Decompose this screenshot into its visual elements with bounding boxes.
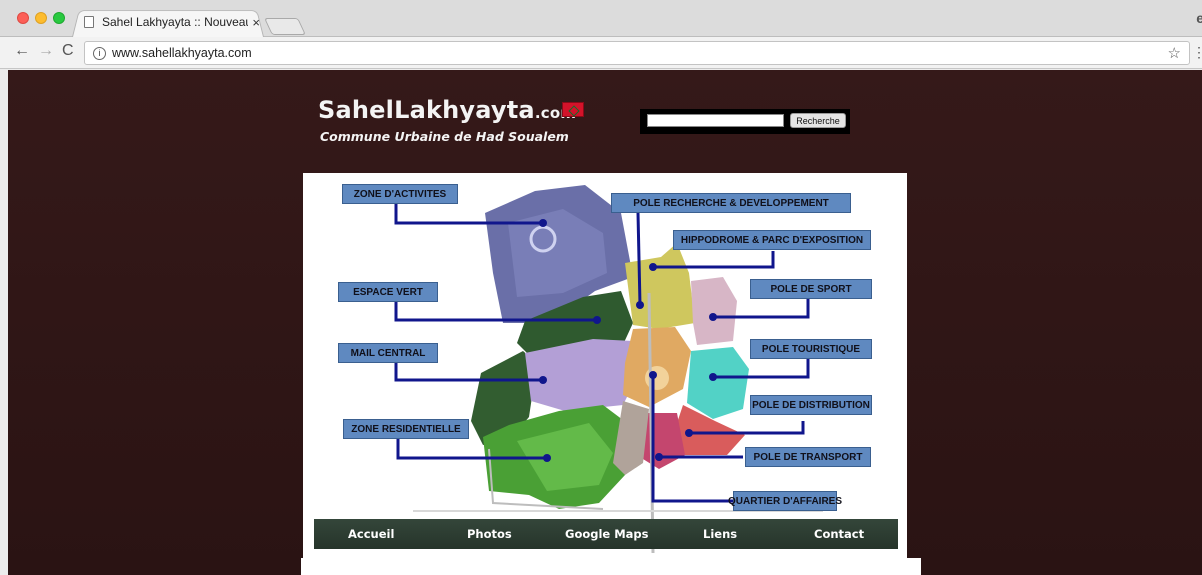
search-input[interactable] [647,114,784,127]
nav-link-photos[interactable]: Photos [467,519,512,549]
label-pole-sport: POLE DE SPORT [750,279,872,299]
site-logo-title[interactable]: SahelLakhyayta.com [318,96,576,124]
search-box: Recherche [640,109,850,134]
dot-hippodrome [649,263,657,271]
label-pole-touristique: POLE TOURISTIQUE [750,339,872,359]
label-zone-residentielle: ZONE RESIDENTIELLE [343,419,469,439]
pole-touristique-area [687,347,749,419]
close-window-button[interactable] [17,12,29,24]
label-hippodrome: HIPPODROME & PARC D'EXPOSITION [673,230,871,250]
content-panel [301,558,921,575]
address-bar[interactable]: i www.sahellakhyayta.com ☆ [84,41,1190,65]
dot-pole-touristique [709,373,717,381]
info-icon[interactable]: i [93,46,106,60]
main-navigation: Accueil Photos Google Maps Liens Contact [314,519,898,549]
nav-link-contact[interactable]: Contact [814,519,864,549]
nav-link-google-maps[interactable]: Google Maps [565,519,649,549]
label-zone-activites: ZONE D'ACTIVITES [342,184,458,204]
label-pole-transport: POLE DE TRANSPORT [745,447,871,467]
pole-sport-area [691,277,737,345]
forward-arrow-icon[interactable]: → [38,42,54,60]
bookmark-star-icon[interactable]: ☆ [1168,44,1181,62]
site-subtitle: Commune Urbaine de Had Soualem [320,129,569,144]
browser-toolbar: ← → C i www.sahellakhyayta.com ☆ ⋮ [0,37,1202,69]
label-mail-central: MAIL CENTRAL [338,343,438,363]
dot-pole-distribution [685,429,693,437]
mail-central-area [525,339,639,411]
reload-icon[interactable]: C [62,42,74,60]
browser-tab-content[interactable]: Sahel Lakhyayta :: Nouveau p × [84,12,260,32]
tab-close-icon[interactable]: × [252,15,260,30]
morocco-flag-icon [562,102,584,117]
new-tab-button[interactable] [264,18,306,35]
leader-pole-recherche [636,212,642,306]
dot-quartier-affaires [649,371,657,379]
pole-recherche-area [625,243,695,329]
center-plaza [645,366,669,390]
label-pole-distribution: POLE DE DISTRIBUTION [750,395,872,415]
label-quartier-affaires: QUARTIER D'AFFAIRES [728,491,842,511]
label-pole-recherche: POLE RECHERCHE & DEVELOPPEMENT [611,193,851,213]
profile-icon[interactable]: e [1196,10,1202,26]
maximize-window-button[interactable] [53,12,65,24]
tab-title: Sahel Lakhyayta :: Nouveau p [102,15,249,29]
browser-tab-bar: Sahel Lakhyayta :: Nouveau p × e [0,0,1202,38]
browser-menu-icon[interactable]: ⋮ [1192,44,1202,61]
web-page: SahelLakhyayta.com Commune Urbaine de Ha… [8,70,1202,575]
quartier-affaires-area [613,401,649,475]
url-text[interactable]: www.sahellakhyayta.com [112,46,252,60]
nav-link-liens[interactable]: Liens [703,519,737,549]
back-arrow-icon[interactable]: ← [14,42,30,60]
dot-mail-central [539,376,547,384]
label-espace-vert: ESPACE VERT [338,282,438,302]
page-icon [84,16,94,28]
dot-zone-activites [539,219,547,227]
site-name: SahelLakhyayta [318,96,535,124]
nav-link-accueil[interactable]: Accueil [348,519,394,549]
dot-pole-sport [709,313,717,321]
dot-pole-recherche [636,301,644,309]
dot-pole-transport [655,453,663,461]
search-button[interactable]: Recherche [790,113,846,128]
master-plan-map: ZONE D'ACTIVITES POLE RECHERCHE & DEVELO… [303,173,907,559]
minimize-window-button[interactable] [35,12,47,24]
dot-espace-vert [593,316,601,324]
dot-zone-residentielle [543,454,551,462]
